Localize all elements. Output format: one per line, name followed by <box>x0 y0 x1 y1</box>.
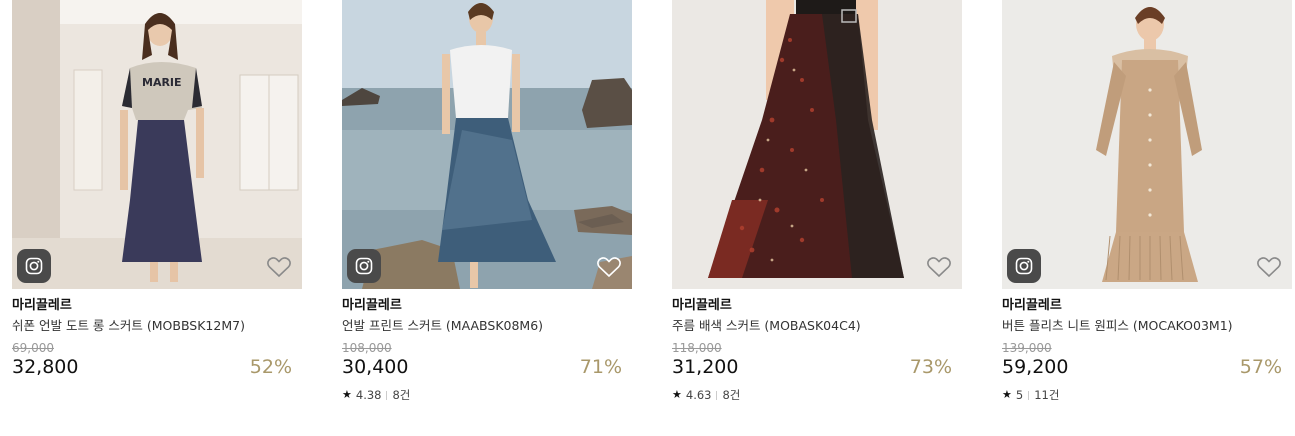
product-photo[interactable]: MARIE <box>12 0 302 289</box>
divider <box>716 390 718 400</box>
star-icon: ★ <box>342 388 352 401</box>
product-image <box>672 0 962 289</box>
sale-price: 32,800 <box>12 356 79 378</box>
sale-price: 31,200 <box>672 356 739 378</box>
original-price: 139,000 <box>1002 341 1052 355</box>
brand-name[interactable]: 마리끌레르 <box>342 297 632 315</box>
rating-score: 4.38 <box>355 388 382 402</box>
brand-name[interactable]: 마리끌레르 <box>12 297 302 315</box>
discount-rate: 57% <box>1239 356 1282 378</box>
product-name[interactable]: 버튼 플리츠 니트 원피스 (MOCAKO03M1) <box>1002 317 1292 335</box>
product-card[interactable]: MARIE 마리끌레르 쉬폰 언발 도트 롱 스커트 (MOBBSK12M7) … <box>12 0 302 379</box>
brand-name[interactable]: 마리끌레르 <box>672 297 962 315</box>
product-photo[interactable] <box>342 0 632 289</box>
product-image <box>342 0 632 289</box>
sale-price: 30,400 <box>342 356 409 378</box>
instagram-button[interactable] <box>1007 249 1041 283</box>
rating-summary: ★ 4.63 8건 <box>672 387 962 403</box>
rating-summary: ★ 5 11건 <box>1002 387 1292 403</box>
original-price: 118,000 <box>672 341 722 355</box>
product-name[interactable]: 쉬폰 언발 도트 롱 스커트 (MOBBSK12M7) <box>12 317 302 335</box>
review-count[interactable]: 8건 <box>392 387 410 403</box>
tshirt-print: MARIE <box>142 76 182 89</box>
product-image <box>1002 0 1292 289</box>
sale-price: 59,200 <box>1002 356 1069 378</box>
product-image: MARIE <box>12 0 302 289</box>
product-name[interactable]: 주름 배색 스커트 (MOBASK04C4) <box>672 317 962 335</box>
review-count[interactable]: 8건 <box>722 387 740 403</box>
product-card[interactable]: 마리끌레르 주름 배색 스커트 (MOBASK04C4) 118,000 31,… <box>672 0 962 403</box>
heart-outline-icon[interactable] <box>1256 255 1282 279</box>
instagram-button[interactable] <box>347 249 381 283</box>
heart-outline-icon[interactable] <box>266 255 292 279</box>
discount-rate: 71% <box>579 356 622 378</box>
original-price: 69,000 <box>12 341 54 355</box>
brand-name[interactable]: 마리끌레르 <box>1002 297 1292 315</box>
instagram-button[interactable] <box>17 249 51 283</box>
instagram-icon <box>25 257 43 275</box>
star-icon: ★ <box>672 388 682 401</box>
product-card[interactable]: 마리끌레르 버튼 플리츠 니트 원피스 (MOCAKO03M1) 139,000… <box>1002 0 1292 403</box>
product-card[interactable]: 마리끌레르 언발 프린트 스커트 (MAABSK08M6) 108,000 30… <box>342 0 632 403</box>
instagram-icon <box>1015 257 1033 275</box>
heart-outline-icon[interactable] <box>596 255 622 279</box>
product-name[interactable]: 언발 프린트 스커트 (MAABSK08M6) <box>342 317 632 335</box>
star-icon: ★ <box>1002 388 1012 401</box>
rating-summary: ★ 4.38 8건 <box>342 387 632 403</box>
heart-outline-icon[interactable] <box>926 255 952 279</box>
divider <box>386 390 388 400</box>
review-count[interactable]: 11건 <box>1034 387 1059 403</box>
rating-score: 5 <box>1015 388 1024 402</box>
rating-score: 4.63 <box>685 388 712 402</box>
discount-rate: 73% <box>909 356 952 378</box>
divider <box>1028 390 1030 400</box>
product-photo[interactable] <box>672 0 962 289</box>
instagram-icon <box>355 257 373 275</box>
original-price: 108,000 <box>342 341 392 355</box>
discount-rate: 52% <box>249 356 292 378</box>
product-photo[interactable] <box>1002 0 1292 289</box>
